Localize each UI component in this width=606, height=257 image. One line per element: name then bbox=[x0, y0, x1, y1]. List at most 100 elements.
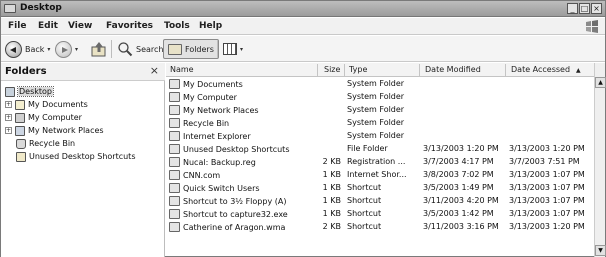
file-size: 1 KB bbox=[322, 209, 341, 218]
column-divider[interactable] bbox=[419, 64, 420, 76]
menu-help[interactable]: Help bbox=[199, 21, 222, 31]
vertical-scrollbar[interactable]: ▲ ▼ bbox=[594, 63, 606, 257]
forward-button[interactable]: ▾ bbox=[55, 39, 78, 59]
list-item[interactable]: Recycle Bin System Folder bbox=[166, 117, 594, 130]
file-name-cell[interactable]: Quick Switch Users bbox=[169, 183, 319, 193]
menu-file[interactable]: File bbox=[8, 21, 26, 31]
search-icon bbox=[118, 42, 133, 57]
scroll-down-button[interactable]: ▼ bbox=[595, 245, 606, 256]
search-button[interactable]: Search bbox=[117, 39, 163, 59]
file-name-cell[interactable]: Unused Desktop Shortcuts bbox=[169, 144, 319, 154]
file-name-cell[interactable]: My Network Places bbox=[169, 105, 319, 115]
close-button[interactable]: × bbox=[591, 3, 602, 14]
back-dropdown-icon[interactable]: ▾ bbox=[47, 46, 50, 53]
menu-view[interactable]: View bbox=[68, 21, 92, 31]
list-item[interactable]: Nucal: Backup.reg 2 KB Registration ... 3/7… bbox=[166, 156, 594, 169]
file-name-cell[interactable]: Shortcut to 3½ Floppy (A) bbox=[169, 196, 319, 206]
tree-item-label: My Documents bbox=[28, 100, 88, 109]
file-date-modified: 3/5/2003 1:49 PM bbox=[423, 183, 494, 192]
column-divider[interactable] bbox=[344, 64, 345, 76]
list-item[interactable]: Unused Desktop Shortcuts File Folder 3/13/… bbox=[166, 143, 594, 156]
file-name-cell[interactable]: Shortcut to capture32.exe bbox=[169, 209, 319, 219]
forward-dropdown-icon[interactable]: ▾ bbox=[75, 46, 78, 53]
menu-tools[interactable]: Tools bbox=[164, 21, 190, 31]
expand-toggle[interactable]: + bbox=[5, 114, 12, 121]
internet-explorer-icon bbox=[169, 131, 180, 141]
title-bar[interactable]: Desktop _ □ × bbox=[1, 1, 605, 17]
list-item[interactable]: Shortcut to capture32.exe 1 KB Shortcut 3/5… bbox=[166, 208, 594, 221]
tree-item-my-computer[interactable]: + My Computer bbox=[5, 111, 82, 124]
folders-pane: Folders × Desktop + My Documents + My Co… bbox=[1, 63, 165, 257]
file-type: System Folder bbox=[347, 105, 405, 114]
file-type: Shortcut bbox=[347, 209, 382, 218]
file-date-modified: 3/7/2003 4:17 PM bbox=[423, 157, 494, 166]
expand-toggle[interactable]: + bbox=[5, 101, 12, 108]
up-folder-button[interactable] bbox=[91, 39, 107, 59]
file-type: System Folder bbox=[347, 92, 405, 101]
close-folders-pane-icon[interactable]: × bbox=[150, 64, 159, 77]
file-name-cell[interactable]: Internet Explorer bbox=[169, 131, 319, 141]
file-name: My Documents bbox=[183, 79, 243, 89]
file-name-cell[interactable]: Recycle Bin bbox=[169, 118, 319, 128]
folder-icon bbox=[16, 151, 26, 162]
folders-label: Folders bbox=[185, 44, 214, 54]
tree-item-unused-desktop-shortcuts[interactable]: Unused Desktop Shortcuts bbox=[16, 150, 135, 163]
list-item[interactable]: Shortcut to 3½ Floppy (A) 1 KB Shortcut 3/1… bbox=[166, 195, 594, 208]
menu-edit[interactable]: Edit bbox=[38, 21, 58, 31]
file-date-accessed: 3/13/2003 1:07 PM bbox=[509, 196, 585, 205]
list-item[interactable]: My Network Places System Folder bbox=[166, 104, 594, 117]
column-header-type[interactable]: Type bbox=[349, 65, 367, 74]
tree-item-label: Desktop bbox=[17, 86, 54, 97]
folders-button[interactable]: Folders bbox=[163, 39, 219, 59]
views-icon bbox=[223, 43, 237, 55]
menu-bar: File Edit View Favorites Tools Help bbox=[1, 18, 605, 35]
search-label: Search bbox=[136, 44, 164, 54]
list-item[interactable]: Catherine of Aragon.wma 2 KB Shortcut 3/11/… bbox=[166, 221, 594, 234]
file-type: System Folder bbox=[347, 131, 405, 140]
minimize-button[interactable]: _ bbox=[567, 3, 578, 14]
file-date-accessed: 3/13/2003 1:07 PM bbox=[509, 170, 585, 179]
file-type: System Folder bbox=[347, 118, 405, 127]
back-button[interactable]: Back ▾ bbox=[5, 39, 50, 59]
views-button[interactable]: ▾ bbox=[223, 39, 243, 59]
file-name-cell[interactable]: My Computer bbox=[169, 92, 319, 102]
file-name-cell[interactable]: Nucal: Backup.reg bbox=[169, 157, 319, 167]
tree-item-my-network-places[interactable]: + My Network Places bbox=[5, 124, 104, 137]
file-name: Catherine of Aragon.wma bbox=[183, 222, 286, 232]
file-name-cell[interactable]: Catherine of Aragon.wma bbox=[169, 222, 319, 232]
views-dropdown-icon[interactable]: ▾ bbox=[240, 46, 243, 53]
column-header-date-modified[interactable]: Date Modified bbox=[425, 65, 481, 74]
list-item[interactable]: Internet Explorer System Folder bbox=[166, 130, 594, 143]
file-name: Shortcut to 3½ Floppy (A) bbox=[183, 196, 287, 206]
recycle-bin-icon bbox=[169, 118, 180, 128]
toolbar: Back ▾ ▾ Search Folders ▾ bbox=[1, 36, 605, 62]
shortcut-icon bbox=[169, 183, 180, 193]
scroll-up-button[interactable]: ▲ bbox=[595, 77, 606, 88]
list-item[interactable]: Quick Switch Users 1 KB Shortcut 3/5/2003 1… bbox=[166, 182, 594, 195]
file-name: Nucal: Backup.reg bbox=[183, 157, 256, 167]
file-type: File Folder bbox=[347, 144, 388, 153]
file-size: 1 KB bbox=[322, 170, 341, 179]
column-header-name[interactable]: Name bbox=[170, 65, 194, 74]
network-icon bbox=[169, 105, 180, 115]
column-divider[interactable] bbox=[505, 64, 506, 76]
file-name-cell[interactable]: My Documents bbox=[169, 79, 319, 89]
maximize-button[interactable]: □ bbox=[579, 3, 590, 14]
list-item[interactable]: CNN.com 1 KB Internet Shor... 3/8/2003 7:02… bbox=[166, 169, 594, 182]
column-header-date-accessed[interactable]: Date Accessed bbox=[511, 65, 570, 74]
file-list-pane: Name Size Type Date Modified Date Access… bbox=[166, 63, 594, 257]
tree-item-recycle-bin[interactable]: Recycle Bin bbox=[16, 137, 75, 150]
column-divider[interactable] bbox=[317, 64, 318, 76]
file-date-accessed: 3/13/2003 1:07 PM bbox=[509, 183, 585, 192]
tree-item-my-documents[interactable]: + My Documents bbox=[5, 98, 88, 111]
tree-item-desktop[interactable]: Desktop bbox=[5, 85, 54, 98]
menu-favorites[interactable]: Favorites bbox=[106, 21, 153, 31]
column-header-size[interactable]: Size bbox=[324, 65, 340, 74]
list-item[interactable]: My Computer System Folder bbox=[166, 91, 594, 104]
expand-toggle[interactable]: + bbox=[5, 127, 12, 134]
file-name-cell[interactable]: CNN.com bbox=[169, 170, 319, 180]
desktop-icon bbox=[5, 86, 15, 97]
list-item[interactable]: My Documents System Folder bbox=[166, 78, 594, 91]
file-date-accessed: 3/13/2003 1:20 PM bbox=[509, 144, 585, 153]
file-type: Shortcut bbox=[347, 222, 382, 231]
